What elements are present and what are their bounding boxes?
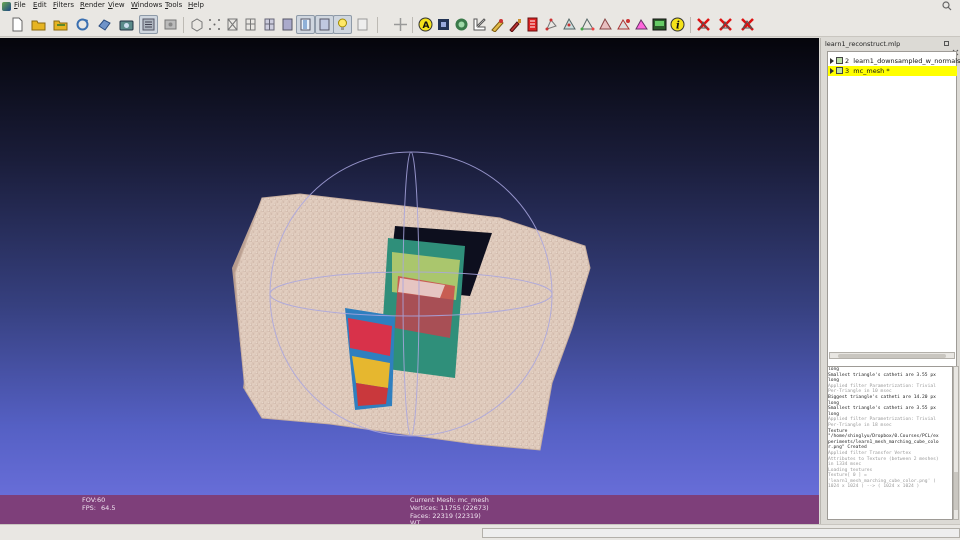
layer-panel-toggle-icon[interactable] (139, 15, 158, 34)
scrollbar-thumb[interactable] (954, 472, 958, 510)
menu-edit[interactable]: Edit (33, 1, 47, 9)
selection-icon[interactable] (393, 17, 408, 32)
flat-lines-icon[interactable] (262, 17, 277, 32)
new-project-icon[interactable] (10, 17, 25, 32)
expand-arrow-icon[interactable] (830, 68, 834, 74)
search-icon[interactable] (942, 1, 952, 11)
layer-name: learn1_downsampled_w_normals.ply (853, 57, 960, 65)
log-panel: long Smallest triangle's catheti are 3.55… (827, 366, 953, 520)
select-vertices-icon[interactable] (580, 17, 595, 32)
open-project-icon[interactable] (31, 17, 46, 32)
fov-value: 60 (97, 496, 106, 504)
hidden-lines-icon[interactable] (243, 17, 258, 32)
paint-icon[interactable] (508, 17, 523, 32)
layer-index: 2 (845, 57, 850, 65)
scrollbar-thumb[interactable] (838, 354, 946, 358)
camera-icon[interactable] (119, 17, 134, 32)
visibility-toggle-icon[interactable] (836, 67, 843, 74)
horizontal-scrollbar[interactable] (829, 352, 955, 359)
texture-icon[interactable] (315, 15, 334, 34)
toolbar: A i (0, 13, 960, 37)
open-file-icon[interactable] (53, 17, 68, 32)
save-snapshot-icon[interactable] (97, 17, 112, 32)
flat-shading-icon[interactable] (280, 17, 295, 32)
menu-render[interactable]: Render (80, 1, 105, 9)
menu-file[interactable]: File (14, 1, 26, 9)
align-icon[interactable] (454, 17, 469, 32)
smooth-shading-icon[interactable] (296, 15, 315, 34)
light-icon[interactable] (333, 15, 352, 34)
fov-label: FOV: (82, 496, 97, 504)
layer-name: mc_mesh * (853, 67, 890, 75)
select-connected-icon[interactable] (598, 17, 613, 32)
float-pane-icon[interactable] (944, 41, 949, 46)
current-mesh-label: Current Mesh: mc_mesh (410, 496, 489, 504)
bounding-box-mode-icon[interactable] (189, 17, 204, 32)
layer-list: 2 learn1_downsampled_w_normals.ply 3 mc_… (827, 51, 960, 391)
layer-panel: learn1_reconstruct.mlp 2 learn1_downsamp… (820, 38, 960, 524)
delete-all-icon[interactable] (740, 17, 755, 32)
log-line: 1024 x 1024 ) --> ( 1024 x 1024 ) (828, 484, 920, 490)
faces-count: Faces: 22319 (22319) (410, 512, 481, 520)
progress-bar (482, 528, 960, 538)
points-mode-icon[interactable] (207, 17, 222, 32)
z-paint-icon[interactable] (634, 17, 649, 32)
3d-viewport[interactable]: FOV: 60 FPS: 64.5 Current Mesh: mc_mesh … (0, 38, 819, 524)
menu-filters[interactable]: Filters (53, 1, 74, 9)
info-bar: FOV: 60 FPS: 64.5 Current Mesh: mc_mesh … (0, 495, 819, 524)
layer-item-selected[interactable]: 3 mc_mesh * (828, 66, 957, 76)
delete-vertices-icon[interactable] (718, 17, 733, 32)
menu-view[interactable]: View (108, 1, 125, 9)
select-faces-icon[interactable] (562, 17, 577, 32)
color-frame-icon[interactable] (652, 17, 667, 32)
measure-icon[interactable] (472, 17, 487, 32)
expand-arrow-icon[interactable] (830, 58, 834, 64)
status-bar (0, 524, 960, 540)
texture-paint-icon[interactable] (616, 17, 631, 32)
layer-item[interactable]: 2 learn1_downsampled_w_normals.ply (828, 56, 960, 66)
close-pane-icon[interactable] (952, 41, 959, 56)
svg-text:A: A (423, 21, 430, 31)
fps-value: 64.5 (101, 504, 116, 512)
meshlab-app-icon (2, 2, 11, 11)
menu-tools[interactable]: Tools (165, 1, 182, 9)
project-title: learn1_reconstruct.mlp (825, 40, 901, 48)
annotation-a-icon[interactable]: A (418, 17, 433, 32)
menu-bar: File Edit Filters Render View Windows To… (0, 0, 960, 13)
edit-points-icon[interactable] (544, 17, 559, 32)
reload-icon[interactable] (75, 17, 90, 32)
wireframe-icon[interactable] (225, 17, 240, 32)
log-line: Smallest triangle's catheti are 3.55 px (828, 406, 936, 412)
mesh-scene[interactable] (0, 38, 819, 524)
menu-help[interactable]: Help (188, 1, 204, 9)
layer-index: 3 (845, 67, 850, 75)
log-line: Smallest triangle's catheti are 3.55 px (828, 372, 936, 378)
svg-text:i: i (676, 21, 680, 32)
info-panel-icon[interactable] (436, 17, 451, 32)
fps-label: FPS: (82, 504, 96, 512)
raster-icon[interactable] (163, 17, 178, 32)
menu-windows[interactable]: Windows (131, 1, 162, 9)
pick-icon[interactable] (490, 17, 505, 32)
log-line: Biggest triangle's catheti are 14.20 px (828, 394, 936, 400)
visibility-toggle-icon[interactable] (836, 57, 843, 64)
light-settings-icon[interactable] (355, 17, 370, 32)
log-line: "/home/shinglyu/Dropbox/0.Courses/PCL/ex (828, 434, 939, 440)
raster-layer-icon[interactable] (526, 17, 541, 32)
vertices-count: Vertices: 11755 (22673) (410, 504, 489, 512)
log-scrollbar[interactable] (953, 366, 959, 520)
delete-faces-icon[interactable] (696, 17, 711, 32)
info-icon[interactable]: i (670, 17, 685, 32)
